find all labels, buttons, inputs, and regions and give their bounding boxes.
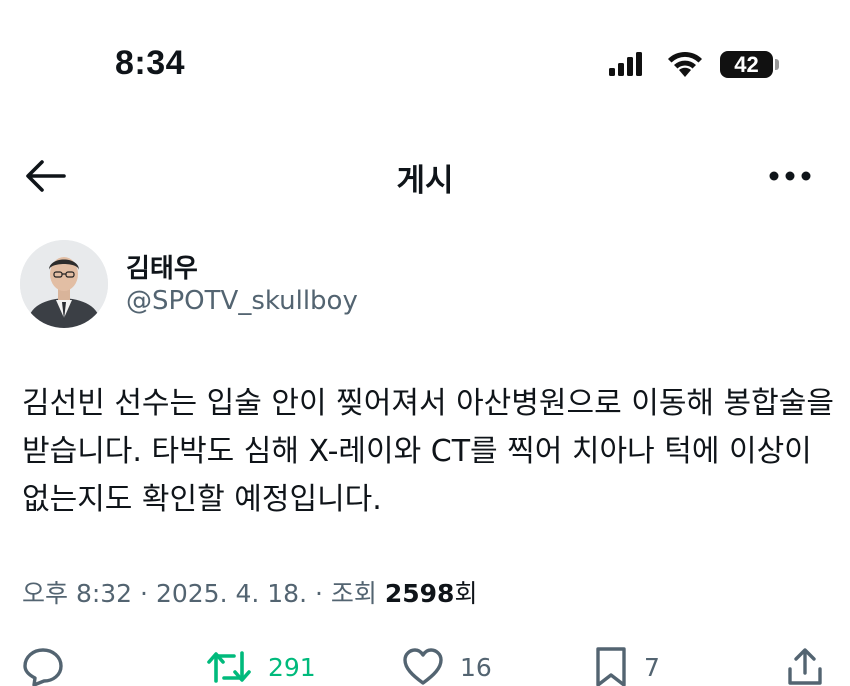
- more-options-icon[interactable]: [768, 170, 812, 182]
- meta-separator: ·: [140, 579, 148, 608]
- battery-indicator: 42: [720, 51, 773, 78]
- battery-nub: [775, 59, 779, 70]
- author-avatar[interactable]: [20, 240, 108, 328]
- views-unit: 회: [454, 579, 478, 608]
- author-handle[interactable]: @SPOTV_skullboy: [126, 286, 358, 316]
- share-button[interactable]: [786, 645, 824, 686]
- meta-separator: ·: [314, 579, 323, 608]
- views-label: 조회: [330, 579, 377, 608]
- cellular-signal-icon: [609, 52, 642, 76]
- bookmark-icon: [596, 647, 626, 686]
- post-date[interactable]: 2025. 4. 18.: [156, 579, 307, 608]
- post-time: 오후 8:32: [22, 579, 133, 608]
- post-meta: 오후 8:32 · 2025. 4. 18. · 조회 2598회: [22, 574, 477, 610]
- reply-icon: [23, 648, 63, 686]
- share-icon: [788, 648, 822, 685]
- post-text: 김선빈 선수는 입술 안이 찢어져서 아산병원으로 이동해 봉합술을 받습니다.…: [22, 386, 834, 517]
- page-title: 게시: [396, 163, 454, 199]
- author-photo: [20, 240, 108, 328]
- retweet-count: 291: [268, 652, 316, 682]
- bookmark-button[interactable]: 7: [594, 645, 660, 686]
- status-time: 8:34: [115, 44, 186, 82]
- heart-icon: [403, 648, 443, 685]
- bookmark-count: 7: [644, 652, 660, 682]
- reply-button[interactable]: [22, 645, 64, 686]
- like-button[interactable]: 16: [402, 645, 492, 686]
- views-count: 2598: [384, 579, 455, 608]
- retweet-icon: [207, 651, 251, 683]
- like-count: 16: [460, 652, 492, 682]
- post-detail-screen: 8:34 42 게시 김태우 @SPOTV_skullboy 김선빈 선수는 입…: [0, 0, 850, 686]
- wifi-icon: [668, 51, 702, 77]
- retweet-button[interactable]: 291: [206, 645, 316, 686]
- author-name[interactable]: 김태우: [126, 248, 198, 285]
